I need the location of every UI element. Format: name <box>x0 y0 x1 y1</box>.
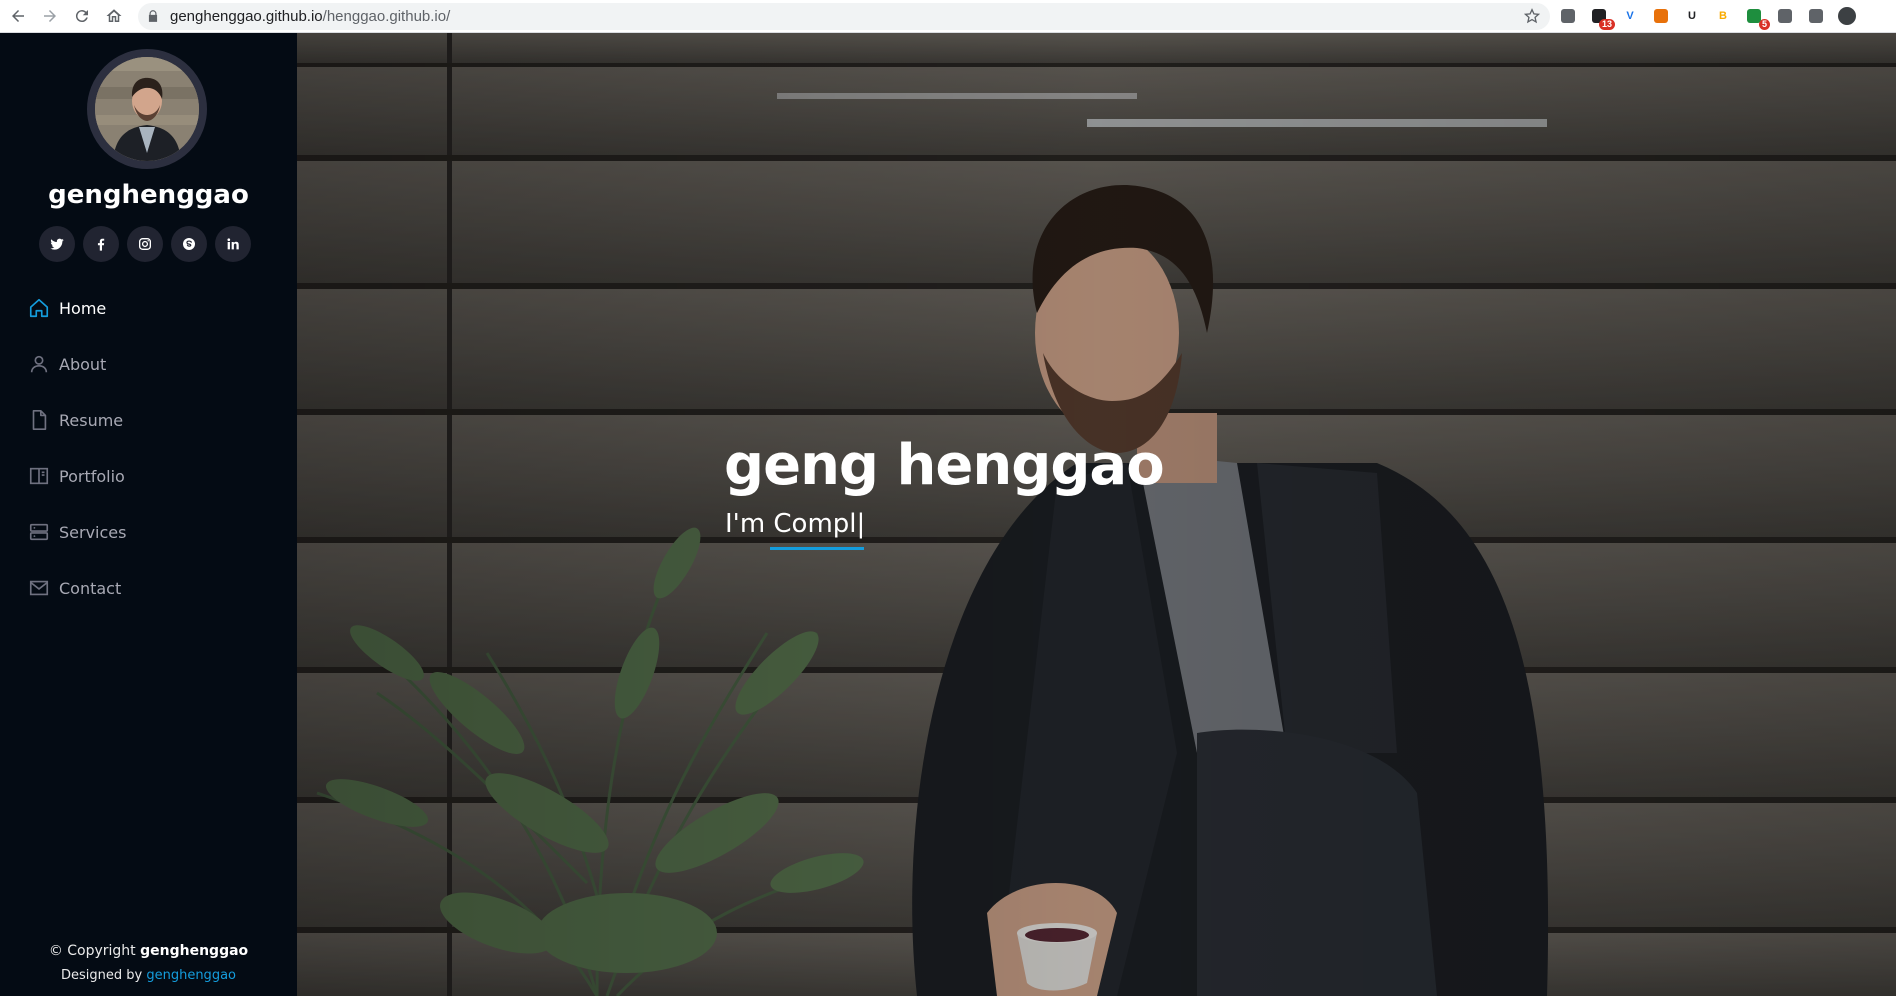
copyright-name: genghenggao <box>140 943 249 959</box>
facebook-link[interactable] <box>83 226 119 262</box>
nav-item-contact[interactable]: Contact <box>28 573 268 603</box>
nav-item-label: Portfolio <box>59 466 125 486</box>
reading-list-icon[interactable] <box>1806 6 1826 26</box>
nav-item-label: About <box>59 354 107 374</box>
copyright: © Copyright genghenggao <box>0 943 297 959</box>
b-extension-icon[interactable]: B <box>1713 6 1733 26</box>
nav-item-label: Home <box>59 298 107 318</box>
puzzle-extension-icon[interactable] <box>1775 6 1795 26</box>
arrow-left-icon <box>12 10 24 22</box>
nav-item-portfolio[interactable]: Portfolio <box>28 461 268 491</box>
typing-cursor: | <box>856 509 866 539</box>
sidebar: genghenggao Home About Resume Portfolio … <box>0 33 297 996</box>
book-icon <box>29 467 49 485</box>
envelope-icon <box>29 580 49 596</box>
profile-avatar <box>87 49 207 169</box>
credits-prefix: Designed by <box>60 968 143 983</box>
reload-button[interactable] <box>70 4 94 28</box>
url-text: genghenggao.github.io/henggao.github.io/ <box>170 8 450 25</box>
nav-item-label: Resume <box>59 410 124 430</box>
instagram-link[interactable] <box>127 226 163 262</box>
firefox-like-extension-icon[interactable] <box>1651 6 1671 26</box>
nav-item-about[interactable]: About <box>28 349 268 379</box>
twitter-icon <box>50 238 64 250</box>
facebook-icon <box>97 238 105 251</box>
extension-badge: 13 <box>1598 19 1615 30</box>
hero-title: geng henggao <box>724 433 1165 498</box>
forward-button[interactable] <box>38 4 62 28</box>
user-icon <box>30 355 48 373</box>
avatar-photo <box>95 57 199 161</box>
hero-section: geng henggao I'm Compl| <box>297 33 1896 996</box>
credits-link[interactable]: genghenggao <box>146 968 236 983</box>
u-extension-icon[interactable]: U <box>1682 6 1702 26</box>
file-icon <box>32 410 47 430</box>
home-outline-icon <box>106 9 122 22</box>
linkedin-link[interactable] <box>215 226 251 262</box>
hero-subtitle-text: I'm Compl <box>725 509 857 539</box>
credits: Designed by genghenggao <box>0 968 297 983</box>
bookmark-star-icon[interactable] <box>1524 8 1540 24</box>
profile-name: genghenggao <box>48 180 249 210</box>
hero-background-image <box>297 33 1896 996</box>
nav-item-label: Services <box>59 522 127 542</box>
back-button[interactable] <box>6 4 30 28</box>
linkedin-icon <box>227 238 239 250</box>
url-host: genghenggao.github.io <box>170 8 323 25</box>
browser-toolbar: genghenggao.github.io/henggao.github.io/… <box>0 0 1896 33</box>
extension-badge: 5 <box>1758 19 1770 30</box>
skype-link[interactable] <box>171 226 207 262</box>
address-bar[interactable]: genghenggao.github.io/henggao.github.io/ <box>138 3 1550 30</box>
copyright-prefix: © Copyright <box>48 943 136 959</box>
instagram-icon <box>139 238 151 250</box>
nav-item-resume[interactable]: Resume <box>28 405 268 435</box>
v-extension-icon[interactable]: V <box>1620 6 1640 26</box>
url-path: /henggao.github.io/ <box>322 8 451 25</box>
lock-icon <box>148 10 158 22</box>
social-links <box>39 226 251 262</box>
home-icon <box>29 298 49 318</box>
twitter-link[interactable] <box>39 226 75 262</box>
home-button[interactable] <box>102 4 126 28</box>
chart-extension-icon[interactable] <box>1558 6 1578 26</box>
nav-item-home[interactable]: Home <box>28 293 268 323</box>
arrow-right-icon <box>44 10 56 22</box>
hero-subtitle-underline <box>770 547 864 550</box>
nav-item-services[interactable]: Services <box>28 517 268 547</box>
calendar-extension-icon[interactable]: 13 <box>1589 6 1615 30</box>
hero-typed-subtitle: I'm Compl| <box>725 509 865 539</box>
skype-icon <box>183 238 195 250</box>
reload-icon <box>75 10 88 23</box>
nav-item-label: Contact <box>59 578 122 598</box>
server-icon <box>29 523 49 541</box>
profile-avatar-icon[interactable] <box>1837 6 1857 26</box>
bug-extension-icon[interactable]: 5 <box>1744 6 1770 30</box>
